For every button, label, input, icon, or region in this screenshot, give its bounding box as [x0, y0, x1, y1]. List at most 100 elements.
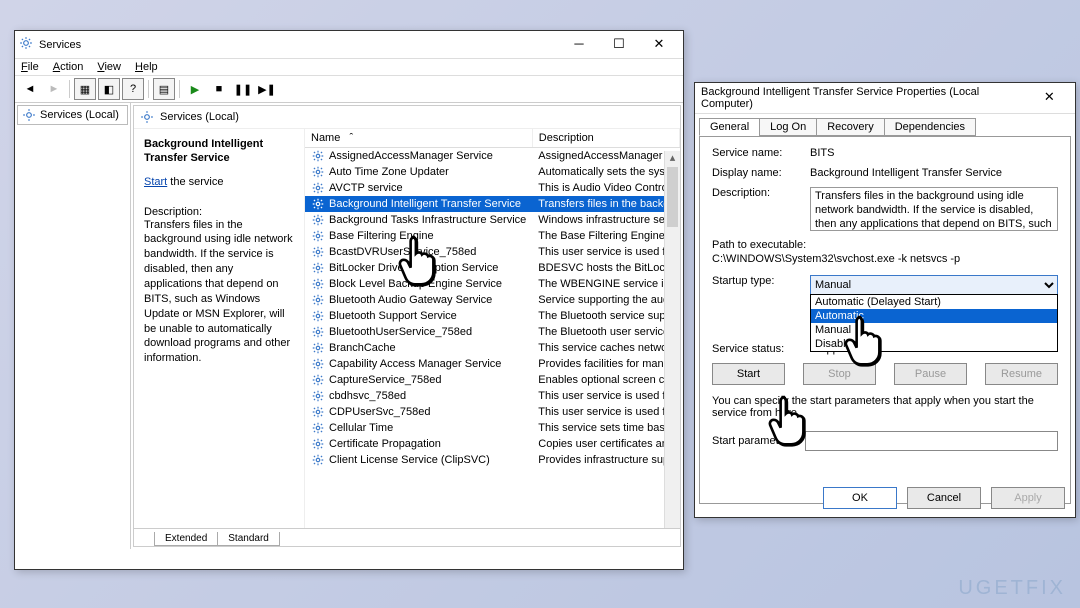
table-row[interactable]: BcastDVRUserService_758edThis user servi…	[305, 244, 680, 260]
label-description: Description:	[712, 187, 810, 231]
startup-type-select[interactable]: Manual	[810, 275, 1058, 295]
label-display-name: Display name:	[712, 167, 810, 179]
label-startup-type: Startup type:	[712, 275, 810, 295]
tree-pane: Services (Local)	[15, 103, 131, 549]
back-button[interactable]: ◄	[19, 78, 41, 100]
label-service-name: Service name:	[712, 147, 810, 159]
col-name[interactable]: Name ˆ	[305, 129, 532, 148]
table-row[interactable]: Certificate PropagationCopies user certi…	[305, 436, 680, 452]
dialog-titlebar[interactable]: Background Intelligent Transfer Service …	[695, 83, 1075, 114]
tab-logon[interactable]: Log On	[759, 118, 817, 136]
table-row[interactable]: Base Filtering EngineThe Base Filtering …	[305, 228, 680, 244]
window-title: Services	[39, 39, 81, 51]
tab-recovery[interactable]: Recovery	[816, 118, 884, 136]
selected-service-title: Background Intelligent Transfer Service	[144, 137, 294, 166]
menu-view[interactable]: View	[97, 61, 121, 73]
toolbar-btn-1[interactable]: ▦	[74, 78, 96, 100]
menubar: File Action View Help	[15, 59, 683, 76]
table-row[interactable]: Bluetooth Support ServiceThe Bluetooth s…	[305, 308, 680, 324]
tab-standard[interactable]: Standard	[217, 532, 280, 546]
restart-icon[interactable]: ▶❚	[256, 78, 278, 100]
description-text: Transfers files in the background using …	[144, 218, 294, 366]
titlebar[interactable]: Services ─ ☐ ✕	[15, 31, 683, 59]
tree-item-services-local[interactable]: Services (Local)	[17, 105, 128, 125]
toolbar-btn-2[interactable]: ◧	[98, 78, 120, 100]
tab-extended[interactable]: Extended	[154, 532, 218, 546]
table-row[interactable]: BitLocker Drive Encryption ServiceBDESVC…	[305, 260, 680, 276]
close-icon[interactable]: ✕	[1030, 88, 1069, 108]
table-row[interactable]: AssignedAccessManager ServiceAssignedAcc…	[305, 148, 680, 165]
properties-dialog: Background Intelligent Transfer Service …	[694, 82, 1076, 518]
menu-help[interactable]: Help	[135, 61, 158, 73]
table-row[interactable]: Cellular TimeThis service sets time base…	[305, 420, 680, 436]
dropdown-option[interactable]: Automatic (Delayed Start)	[811, 295, 1057, 309]
table-row[interactable]: Background Tasks Infrastructure ServiceW…	[305, 212, 680, 228]
start-button[interactable]: Start	[712, 363, 785, 385]
value-service-name: BITS	[810, 147, 1058, 159]
toolbar: ◄ ► ▦ ◧ ? ▤ ▶ ■ ❚❚ ▶❚	[15, 76, 683, 103]
table-row[interactable]: AVCTP serviceThis is Audio Video Control	[305, 180, 680, 196]
table-row[interactable]: CaptureService_758edEnables optional scr…	[305, 372, 680, 388]
sort-icon: ˆ	[350, 132, 354, 144]
menu-file[interactable]: File	[21, 61, 39, 73]
table-row[interactable]: Bluetooth Audio Gateway ServiceService s…	[305, 292, 680, 308]
stop-button[interactable]: Stop	[803, 363, 876, 385]
minimize-button[interactable]: ─	[559, 35, 599, 55]
ok-button[interactable]: OK	[823, 487, 897, 509]
services-list: Name ˆ Description AssignedAccessManager…	[304, 129, 680, 528]
dialog-title: Background Intelligent Transfer Service …	[701, 86, 1030, 110]
start-link[interactable]: Start	[144, 176, 167, 188]
value-display-name: Background Intelligent Transfer Service	[810, 167, 1058, 179]
maximize-button[interactable]: ☐	[599, 35, 639, 55]
startup-type-dropdown[interactable]: Manual Automatic (Delayed Start)Automati…	[810, 275, 1058, 295]
bottom-tabs: Extended Standard	[134, 528, 680, 546]
description-box[interactable]: Transfers files in the background using …	[810, 187, 1058, 231]
label-start-params: Start parameters:	[712, 435, 797, 447]
description-label: Description:	[144, 206, 294, 218]
dropdown-option[interactable]: Automatic	[811, 309, 1057, 323]
apply-button[interactable]: Apply	[991, 487, 1065, 509]
value-path: C:\WINDOWS\System32\svchost.exe -k netsv…	[712, 253, 1058, 265]
table-row[interactable]: Block Level Backup Engine ServiceThe WBE…	[305, 276, 680, 292]
forward-button[interactable]: ►	[43, 78, 65, 100]
tab-general[interactable]: General	[699, 118, 760, 136]
table-row[interactable]: Capability Access Manager ServiceProvide…	[305, 356, 680, 372]
stop-icon[interactable]: ■	[208, 78, 230, 100]
table-row[interactable]: CDPUserSvc_758edThis user service is use…	[305, 404, 680, 420]
table-row[interactable]: Auto Time Zone UpdaterAutomatically sets…	[305, 164, 680, 180]
tab-panel-general: Service name:BITS Display name:Backgroun…	[699, 136, 1071, 504]
service-detail: Background Intelligent Transfer Service …	[134, 129, 304, 528]
gear-icon	[19, 36, 33, 53]
toolbar-btn-4[interactable]: ▤	[153, 78, 175, 100]
content-header: Services (Local)	[134, 106, 680, 129]
dropdown-list: Automatic (Delayed Start)AutomaticManual…	[810, 294, 1058, 352]
label-service-status: Service status:	[712, 343, 810, 355]
tree-label: Services (Local)	[40, 109, 119, 121]
table-row[interactable]: cbdhsvc_758edThis user service is used f…	[305, 388, 680, 404]
dropdown-option[interactable]: Disabled	[811, 337, 1057, 351]
scroll-thumb[interactable]	[667, 167, 678, 227]
cancel-button[interactable]: Cancel	[907, 487, 981, 509]
table-row[interactable]: Client License Service (ClipSVC)Provides…	[305, 452, 680, 468]
table-row[interactable]: Background Intelligent Transfer ServiceT…	[305, 196, 680, 212]
services-window: Services ─ ☐ ✕ File Action View Help ◄ ►…	[14, 30, 684, 570]
dialog-tabs: General Log On Recovery Dependencies	[695, 114, 1075, 136]
label-path: Path to executable:	[712, 239, 1058, 251]
table-row[interactable]: BluetoothUserService_758edThe Bluetooth …	[305, 324, 680, 340]
start-params-input[interactable]	[805, 431, 1058, 451]
col-description[interactable]: Description	[532, 129, 679, 148]
resume-button[interactable]: Resume	[985, 363, 1058, 385]
start-params-hint: You can specify the start parameters tha…	[712, 395, 1058, 419]
tab-dependencies[interactable]: Dependencies	[884, 118, 976, 136]
play-icon[interactable]: ▶	[184, 78, 206, 100]
pause-icon[interactable]: ❚❚	[232, 78, 254, 100]
close-button[interactable]: ✕	[639, 35, 679, 55]
dropdown-option[interactable]: Manual	[811, 323, 1057, 337]
scrollbar[interactable]: ▴	[664, 151, 680, 528]
menu-action[interactable]: Action	[53, 61, 84, 73]
table-row[interactable]: BranchCacheThis service caches network	[305, 340, 680, 356]
watermark: UGETFIX	[958, 577, 1066, 600]
scroll-up-icon[interactable]: ▴	[665, 151, 680, 167]
toolbar-btn-3[interactable]: ?	[122, 78, 144, 100]
pause-button[interactable]: Pause	[894, 363, 967, 385]
